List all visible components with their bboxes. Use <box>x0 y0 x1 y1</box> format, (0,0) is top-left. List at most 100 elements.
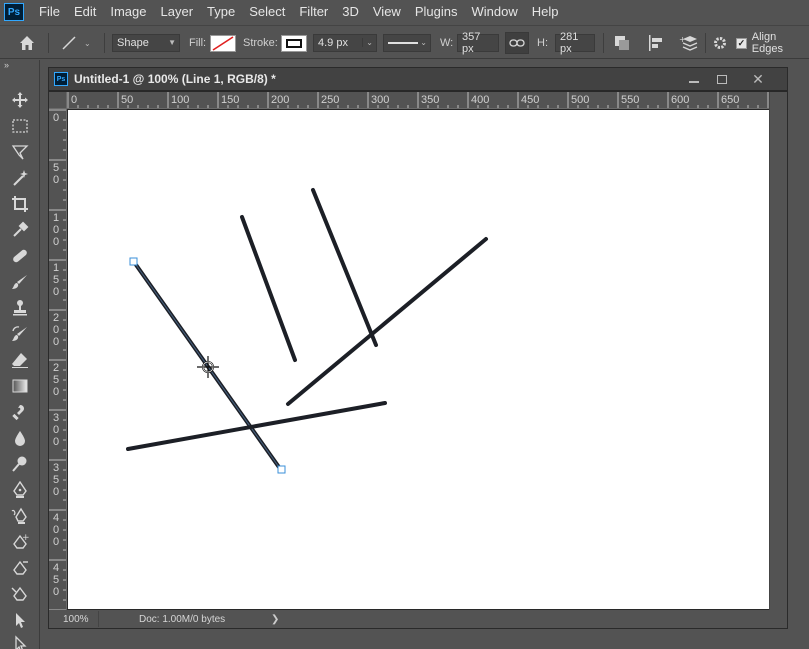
move-tool[interactable] <box>8 89 32 111</box>
menu-image[interactable]: Image <box>103 0 153 24</box>
menu-window[interactable]: Window <box>464 0 524 24</box>
ruler-label: 2 <box>53 362 59 374</box>
pen-tool[interactable] <box>8 479 32 501</box>
width-field[interactable]: 357 px <box>457 31 499 55</box>
menu-edit[interactable]: Edit <box>67 0 103 24</box>
move-icon <box>12 92 28 108</box>
magic-wand-tool[interactable] <box>8 167 32 189</box>
stamp-icon <box>13 300 27 316</box>
convert-point-tool[interactable] <box>8 583 32 605</box>
tool-mode-select[interactable]: Shape ▼ <box>112 34 180 52</box>
line-shape-5[interactable] <box>126 401 387 451</box>
path-selection-tool[interactable] <box>8 609 32 631</box>
menu-plugins[interactable]: Plugins <box>408 0 465 24</box>
line-shape-2[interactable] <box>240 215 297 362</box>
ruler-origin[interactable] <box>49 92 67 109</box>
ruler-label: 50 <box>121 94 133 106</box>
link-dimensions-button[interactable] <box>505 32 529 54</box>
zoom-level-field[interactable]: 100% <box>51 611 99 627</box>
rectangular-marquee-tool[interactable] <box>8 115 32 137</box>
freeform-pen-tool[interactable] <box>8 505 32 527</box>
canvas-area[interactable] <box>68 110 769 609</box>
menu-file[interactable]: File <box>32 0 67 24</box>
eraser-tool[interactable] <box>8 349 32 371</box>
eyedropper-tool[interactable] <box>8 219 32 241</box>
document-canvas[interactable] <box>68 110 769 609</box>
close-button[interactable]: ✕ <box>745 68 771 90</box>
align-edges-checkbox[interactable]: ✓ Align Edges <box>736 26 809 60</box>
fill-label: Fill: <box>189 37 207 49</box>
line-shape-3[interactable] <box>311 188 378 347</box>
history-brush-icon <box>12 326 27 341</box>
smudge-tool[interactable] <box>8 401 32 423</box>
stroke-label: Stroke: <box>243 37 278 49</box>
collapse-panel-icon[interactable]: » <box>4 60 9 70</box>
ruler-label: 5 <box>53 574 59 586</box>
history-brush-tool[interactable] <box>8 323 32 345</box>
home-button[interactable] <box>18 26 36 60</box>
status-bar: 100% Doc: 1.00M/0 bytes ❯ <box>49 610 787 628</box>
healing-brush-tool[interactable] <box>8 245 32 267</box>
document-info: Doc: 1.00M/0 bytes <box>139 613 226 625</box>
line-shape-4[interactable] <box>286 237 488 406</box>
ruler-label: 1 <box>53 212 59 224</box>
add-anchor-point-tool[interactable]: + <box>8 531 32 553</box>
settings-button[interactable] <box>712 26 728 60</box>
stroke-width-value: 4.9 px <box>318 37 348 49</box>
blur-tool[interactable] <box>8 427 32 449</box>
menu-help[interactable]: Help <box>525 0 566 24</box>
ruler-label: 0 <box>53 336 59 348</box>
chevron-down-icon: ⌄ <box>84 38 91 48</box>
anchor-point-end[interactable] <box>277 465 286 474</box>
pen-icon <box>13 481 27 498</box>
ruler-label: 0 <box>71 94 77 106</box>
horizontal-ruler[interactable]: 0 50 100 150 200 250 300 350 400 450 500 550 600 650 <box>67 92 769 109</box>
tool-preset-picker[interactable]: ⌄ <box>60 26 91 60</box>
ruler-label: 5 <box>53 162 59 174</box>
menu-view[interactable]: View <box>366 0 408 24</box>
ruler-label: 200 <box>271 94 289 106</box>
lasso-tool[interactable] <box>8 141 32 163</box>
ruler-label: 5 <box>53 474 59 486</box>
ruler-label: 5 <box>53 374 59 386</box>
smudge-icon <box>12 405 24 421</box>
horizontal-ruler-ticks: 0 50 100 150 200 250 300 350 400 450 500 550 600 650 <box>67 92 769 108</box>
menu-layer[interactable]: Layer <box>154 0 201 24</box>
ruler-label: 250 <box>321 94 339 106</box>
workspace-bottom <box>40 630 809 649</box>
direct-selection-icon <box>15 635 27 649</box>
menu-filter[interactable]: Filter <box>292 0 335 24</box>
document-title-bar[interactable]: Ps Untitled-1 @ 100% (Line 1, RGB/8) * ✕ <box>49 68 787 90</box>
path-operations-button[interactable] <box>613 26 631 60</box>
vertical-ruler[interactable]: 050100150200250300350400450 <box>49 109 67 610</box>
chevron-down-icon: ▼ <box>168 38 176 47</box>
menu-type[interactable]: Type <box>200 0 242 24</box>
brush-tool[interactable] <box>8 271 32 293</box>
menu-select[interactable]: Select <box>242 0 292 24</box>
menu-3d[interactable]: 3D <box>335 0 366 24</box>
home-icon <box>20 36 34 50</box>
checkbox-checked-icon: ✓ <box>736 37 747 49</box>
vertical-scrollbar[interactable] <box>769 92 787 610</box>
path-arrangement-button[interactable]: + <box>679 26 699 60</box>
anchor-point-start[interactable] <box>129 257 138 266</box>
fill-swatch[interactable] <box>210 34 236 52</box>
ruler-label: 650 <box>721 94 739 106</box>
height-field[interactable]: 281 px <box>555 31 595 55</box>
path-alignment-button[interactable] <box>647 26 665 60</box>
stroke-type-select[interactable]: ⌄ <box>383 34 431 52</box>
gradient-tool[interactable] <box>8 375 32 397</box>
stroke-width-field[interactable]: 4.9 px ⌄ <box>313 34 377 52</box>
maximize-button[interactable] <box>709 68 735 90</box>
direct-selection-tool[interactable] <box>8 633 32 649</box>
dodge-tool[interactable] <box>8 453 32 475</box>
drop-icon <box>15 431 25 446</box>
minimize-button[interactable] <box>681 68 707 90</box>
ruler-label: 2 <box>53 312 59 324</box>
delete-anchor-point-tool[interactable] <box>8 557 32 579</box>
stroke-swatch[interactable] <box>281 34 307 52</box>
crop-tool[interactable] <box>8 193 32 215</box>
status-menu-arrow[interactable]: ❯ <box>271 611 279 627</box>
path-operations-icon <box>615 36 629 50</box>
clone-stamp-tool[interactable] <box>8 297 32 319</box>
